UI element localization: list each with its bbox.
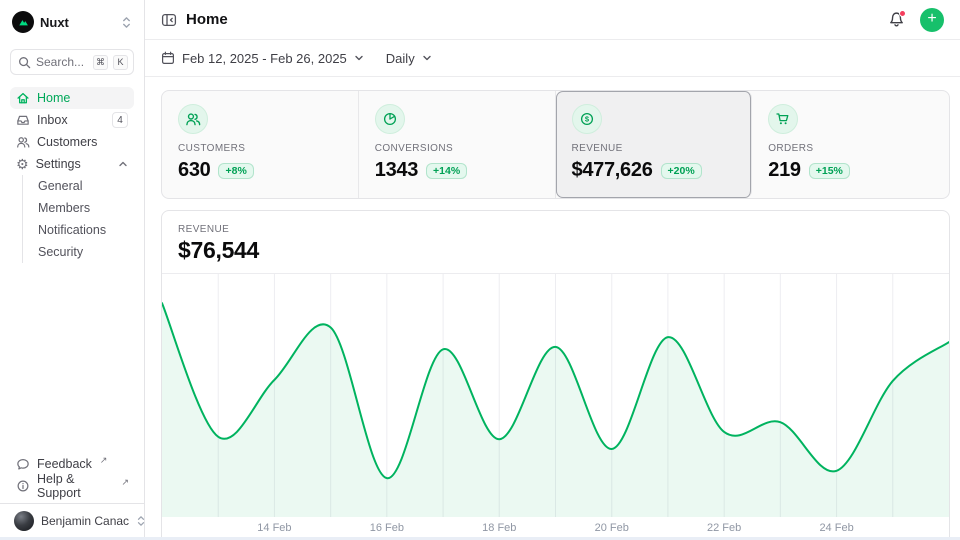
delta-badge: +14% [426,163,467,179]
shopping-cart-icon [768,104,798,134]
stat-card-revenue[interactable]: $ REVENUE $477,626 +20% [556,91,753,198]
x-axis-label: 20 Feb [595,522,629,534]
x-axis-label: 18 Feb [482,522,516,534]
stat-value: 219 [768,159,800,182]
sidebar-item-notifications[interactable]: Notifications [34,219,134,241]
users-icon [16,135,30,149]
gear-icon: ⚙ [16,157,29,171]
x-axis: 14 Feb 16 Feb 18 Feb 20 Feb 22 Feb 24 Feb [162,517,949,539]
sidebar-item-customers[interactable]: Customers [10,131,134,153]
kbd-command: ⌘ [93,55,108,70]
help-support-link[interactable]: Help & Support ↗ [10,475,134,497]
sidebar-nav: Home Inbox 4 Customers ⚙ Settings [10,87,134,263]
nuxt-logo-icon [12,11,34,33]
add-button[interactable]: + [920,8,944,32]
stat-label: CONVERSIONS [375,143,539,154]
chevron-up-icon [118,159,128,169]
inbox-icon [16,113,30,127]
chevron-down-icon [354,53,364,63]
settings-submenu: General Members Notifications Security [22,175,134,263]
delta-badge: +8% [218,163,253,179]
app-window: Nuxt ⌘ K Home Inbo [0,0,960,540]
x-axis-label: 24 Feb [819,522,853,534]
sidebar-item-members[interactable]: Members [34,197,134,219]
x-axis-label: 14 Feb [257,522,291,534]
dollar-circle-icon: $ [572,104,602,134]
date-range-picker[interactable]: Feb 12, 2025 - Feb 26, 2025 [161,51,364,66]
chart-header: REVENUE $76,544 [162,211,949,273]
footer-link-label: Help & Support [37,472,113,500]
sidebar-item-label: Inbox [37,113,68,127]
sidebar: Nuxt ⌘ K Home Inbo [0,0,145,540]
submenu-label: Members [38,201,90,215]
sidebar-item-inbox[interactable]: Inbox 4 [10,109,134,131]
stat-label: ORDERS [768,143,933,154]
team-name: Nuxt [40,15,115,30]
chart-title: REVENUE [178,224,933,235]
user-name: Benjamin Canac [41,514,129,528]
external-link-icon: ↗ [121,477,129,488]
search-input[interactable] [36,55,88,69]
sidebar-footer: Feedback ↗ Help & Support ↗ [10,453,134,503]
interval-select[interactable]: Daily [386,51,432,66]
submenu-label: Notifications [38,223,106,237]
avatar [14,511,34,531]
inbox-count-badge: 4 [112,112,128,128]
page-header: Home + [145,0,960,40]
submenu-label: General [38,179,82,193]
chevron-down-icon [422,53,432,63]
users-icon [178,104,208,134]
date-range-label: Feb 12, 2025 - Feb 26, 2025 [182,51,347,66]
main-area: Home + Feb 12, 2025 - Feb 26, 2025 Daily [145,0,960,540]
sidebar-item-label: Customers [37,135,97,149]
sidebar-item-home[interactable]: Home [10,87,134,109]
chart-total-value: $76,544 [178,237,933,264]
stat-card-conversions[interactable]: CONVERSIONS 1343 +14% [359,91,556,198]
sidebar-item-settings[interactable]: ⚙ Settings [10,153,134,175]
stat-value: 1343 [375,159,418,182]
filters-toolbar: Feb 12, 2025 - Feb 26, 2025 Daily [145,40,960,77]
stats-row: CUSTOMERS 630 +8% CONVERSIONS 1343 +14% [161,90,950,199]
stat-card-orders[interactable]: ORDERS 219 +15% [752,91,949,198]
external-link-icon: ↗ [100,455,108,466]
stat-label: REVENUE [572,143,736,154]
stat-card-customers[interactable]: CUSTOMERS 630 +8% [162,91,359,198]
user-menu[interactable]: Benjamin Canac [10,504,134,538]
search-box[interactable]: ⌘ K [10,49,134,75]
submenu-label: Security [38,245,83,259]
delta-badge: +15% [809,163,850,179]
sidebar-item-label: Home [37,91,70,105]
footer-link-label: Feedback [37,457,92,471]
chart-pie-icon [375,104,405,134]
sidebar-collapse-icon[interactable] [161,12,177,28]
stat-value: 630 [178,159,210,182]
delta-badge: +20% [661,163,702,179]
stat-label: CUSTOMERS [178,143,342,154]
svg-text:$: $ [584,115,589,124]
notification-dot [899,10,906,17]
info-circle-icon [16,479,30,493]
sidebar-item-security[interactable]: Security [34,241,134,263]
chat-bubble-icon [16,457,30,471]
page-content: CUSTOMERS 630 +8% CONVERSIONS 1343 +14% [145,77,960,540]
kbd-k: K [113,55,128,70]
home-icon [16,91,30,105]
search-icon [18,56,31,69]
team-switcher[interactable]: Nuxt [10,8,134,36]
revenue-chart-card: REVENUE $76,544 14 Feb 16 Feb 18 Feb 20 Feb… [161,210,950,540]
chevron-updown-icon [121,16,132,29]
revenue-area-chart[interactable] [162,273,949,517]
stat-value: $477,626 [572,159,653,182]
calendar-icon [161,51,175,65]
page-title: Home [186,11,228,28]
notifications-bell-icon[interactable] [888,11,905,28]
interval-label: Daily [386,51,415,66]
sidebar-item-label: Settings [36,157,81,171]
x-axis-label: 16 Feb [370,522,404,534]
x-axis-label: 22 Feb [707,522,741,534]
sidebar-item-general[interactable]: General [34,175,134,197]
